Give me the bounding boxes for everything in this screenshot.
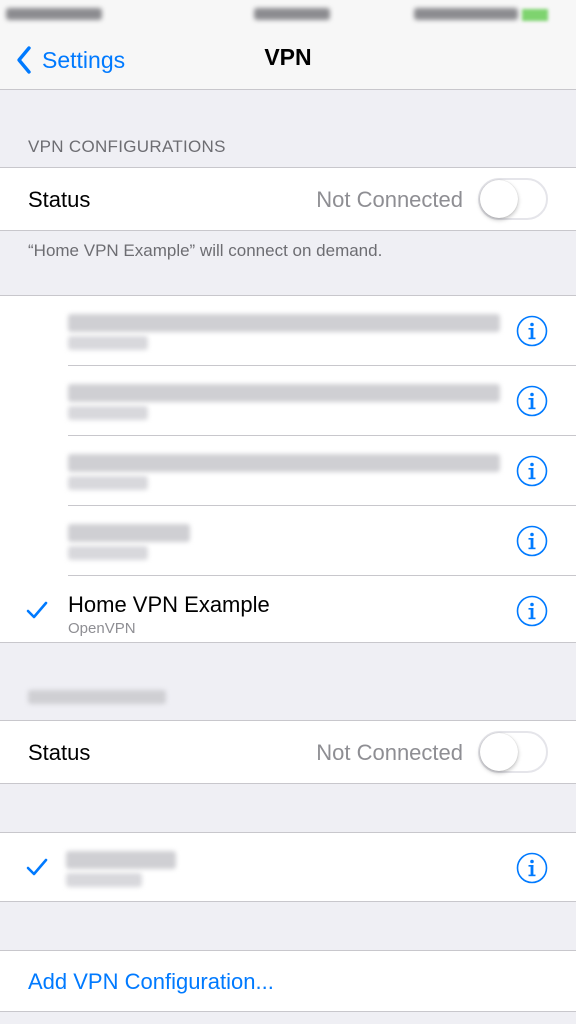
toggle-knob bbox=[480, 733, 518, 771]
add-configuration-group: Add VPN Configuration... bbox=[0, 950, 576, 1012]
vpn-name-redacted bbox=[68, 524, 190, 542]
add-vpn-configuration-button[interactable]: Add VPN Configuration... bbox=[28, 969, 274, 995]
navigation-bar: Settings VPN bbox=[0, 30, 576, 90]
vpn-list-item[interactable] bbox=[0, 436, 576, 506]
checkmark-icon bbox=[26, 858, 48, 876]
info-icon[interactable] bbox=[516, 852, 548, 884]
vpn-name-redacted bbox=[68, 384, 500, 402]
status-label: Status bbox=[28, 740, 91, 765]
vpn-name: Home VPN Example bbox=[68, 592, 270, 617]
vpn-type-redacted bbox=[66, 873, 142, 887]
status-group-2: Status Not Connected bbox=[0, 720, 576, 784]
vpn-name-redacted bbox=[68, 454, 500, 472]
status-value: Not Connected bbox=[316, 740, 463, 765]
status-bar-carrier bbox=[6, 8, 102, 20]
checkmark-icon bbox=[26, 601, 48, 619]
info-icon[interactable] bbox=[516, 455, 548, 487]
vpn-name-redacted bbox=[68, 314, 500, 332]
info-icon[interactable] bbox=[516, 385, 548, 417]
status-bar-time bbox=[254, 8, 330, 20]
status-value: Not Connected bbox=[316, 187, 463, 212]
vpn-type-redacted bbox=[68, 406, 148, 420]
battery-icon bbox=[522, 9, 548, 21]
status-toggle-2[interactable] bbox=[478, 731, 548, 773]
info-icon[interactable] bbox=[516, 315, 548, 347]
section-header-vpn-configurations: VPN CONFIGURATIONS bbox=[28, 137, 226, 156]
info-icon[interactable] bbox=[516, 595, 548, 627]
vpn-name-redacted bbox=[66, 851, 176, 869]
vpn-type-redacted bbox=[68, 336, 148, 350]
vpn-type-redacted bbox=[68, 546, 148, 560]
section-header-redacted bbox=[28, 690, 166, 704]
status-label: Status bbox=[28, 187, 91, 212]
vpn-list-item[interactable] bbox=[0, 296, 576, 366]
on-demand-note: “Home VPN Example” will connect on deman… bbox=[28, 241, 383, 260]
vpn-list-item[interactable] bbox=[0, 833, 576, 903]
vpn-list: Home VPN Example OpenVPN bbox=[0, 295, 576, 643]
vpn-type-redacted bbox=[68, 476, 148, 490]
vpn-type: OpenVPN bbox=[68, 620, 136, 637]
info-icon[interactable] bbox=[516, 525, 548, 557]
vpn-list-item[interactable] bbox=[0, 366, 576, 436]
toggle-knob bbox=[480, 180, 518, 218]
status-row: Status Not Connected bbox=[0, 168, 576, 230]
status-bar bbox=[0, 0, 576, 30]
status-row-2: Status Not Connected bbox=[0, 721, 576, 783]
vpn-list-item[interactable] bbox=[0, 506, 576, 576]
vpn-list-item-home[interactable]: Home VPN Example OpenVPN bbox=[0, 576, 576, 646]
status-bar-indicators bbox=[414, 8, 518, 20]
vpn-status-toggle[interactable] bbox=[478, 178, 548, 220]
vpn-list-2 bbox=[0, 832, 576, 902]
status-group: Status Not Connected bbox=[0, 167, 576, 231]
page-title: VPN bbox=[264, 44, 312, 70]
